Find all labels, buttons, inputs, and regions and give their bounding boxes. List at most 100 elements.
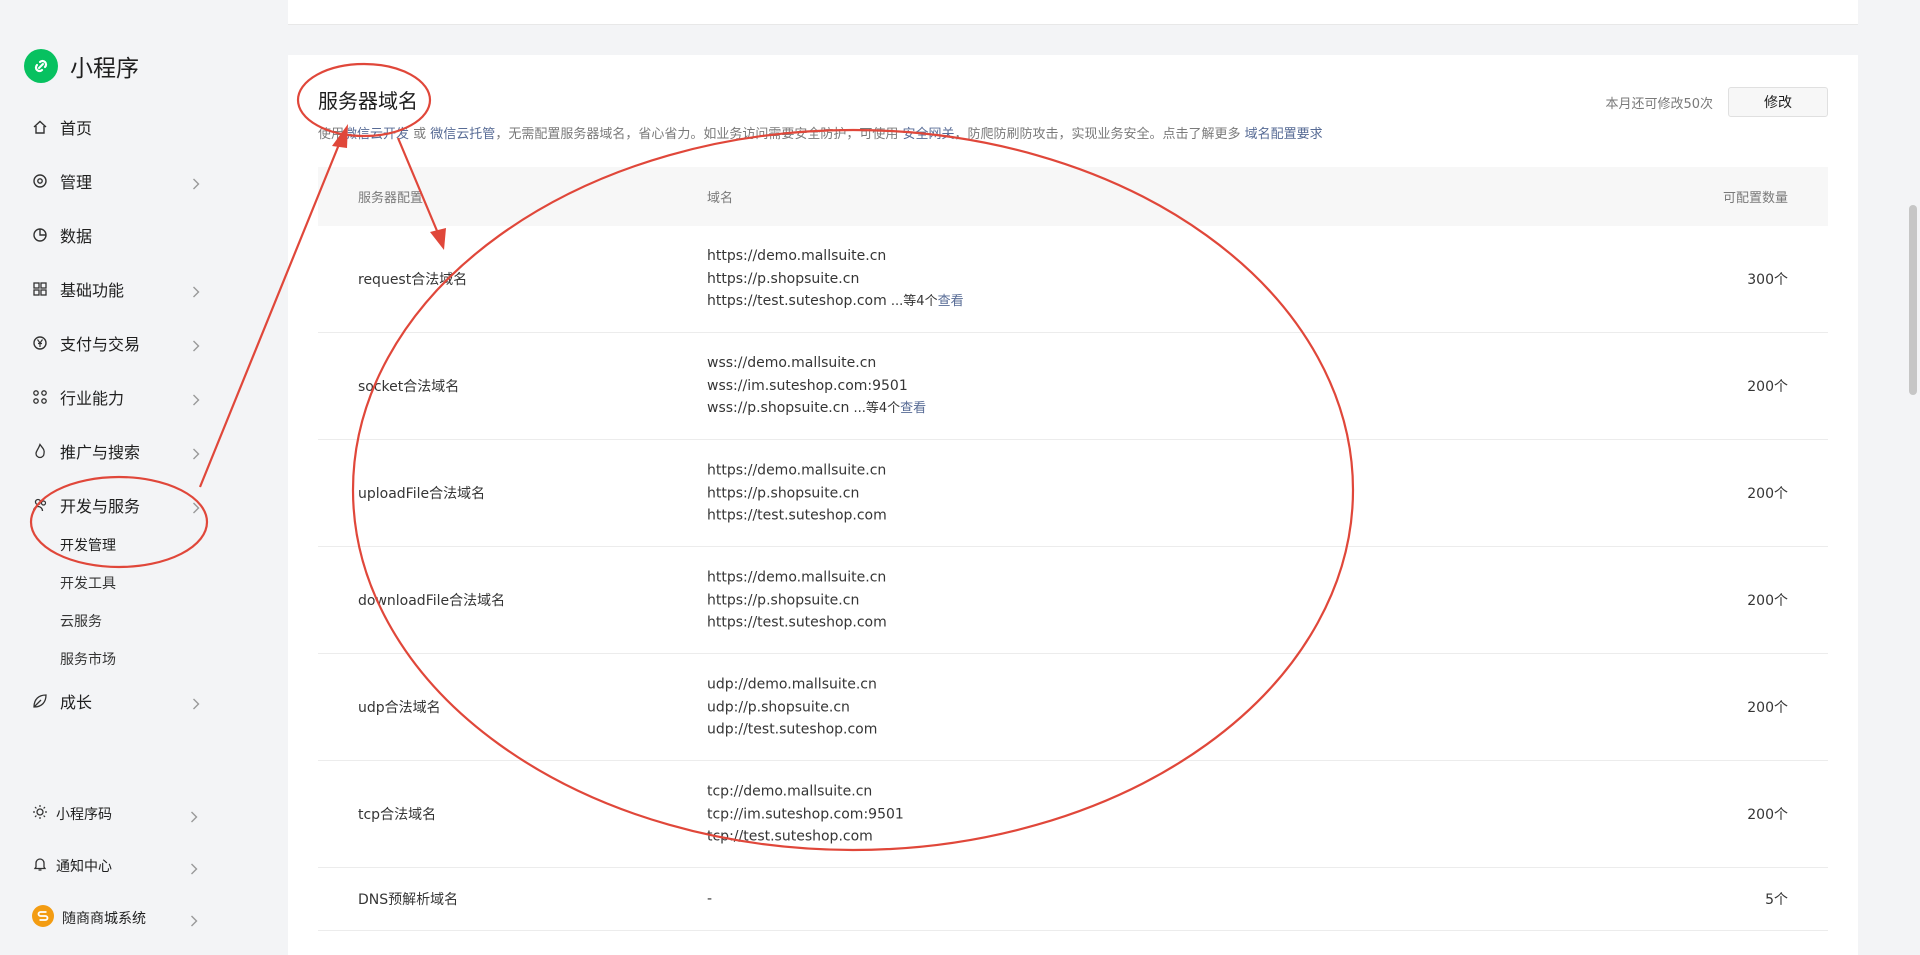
chevron-right-icon bbox=[190, 912, 198, 931]
table-header: 服务器配置 域名 可配置数量 bbox=[318, 167, 1828, 226]
sidebar-subitem-dev-tools[interactable]: 开发工具 bbox=[60, 573, 116, 593]
config-count: 200个 bbox=[1747, 807, 1788, 823]
domain-text: wss://demo.mallsuite.cn bbox=[707, 354, 877, 371]
sidebar-item-industry[interactable]: 行业能力 bbox=[32, 379, 200, 415]
domain-entry: https://p.shopsuite.cn bbox=[707, 589, 887, 612]
sidebar-item-label: 推广与搜索 bbox=[60, 443, 141, 462]
domain-entry: https://test.suteshop.com ...等4个查看 bbox=[707, 290, 964, 314]
server-domain-card: 服务器域名 使用微信云开发 或 微信云托管，无需配置服务器域名，省心省力。如业务… bbox=[288, 55, 1858, 955]
domain-list: https://demo.mallsuite.cn https://p.shops… bbox=[707, 459, 887, 527]
target-icon bbox=[32, 173, 54, 189]
view-all-link[interactable]: 查看 bbox=[900, 401, 926, 416]
config-name: uploadFile合法域名 bbox=[358, 486, 486, 502]
domain-text: wss://im.suteshop.com:9501 bbox=[707, 377, 908, 394]
view-all-link[interactable]: 查看 bbox=[938, 294, 964, 309]
config-name: request合法域名 bbox=[358, 272, 468, 288]
domain-text: tcp://im.suteshop.com:9501 bbox=[707, 805, 904, 822]
domain-entry: - bbox=[707, 888, 712, 911]
chevron-right-icon bbox=[190, 808, 198, 827]
cloud-dev-link[interactable]: 微信云开发 bbox=[344, 127, 409, 142]
sidebar-item-label: 基础功能 bbox=[60, 281, 125, 300]
sidebar-item-account[interactable]: 随商商城系统 bbox=[32, 904, 198, 932]
domain-text: https://p.shopsuite.cn bbox=[707, 270, 860, 287]
config-count: 200个 bbox=[1747, 486, 1788, 502]
sidebar-subitem-cloud-services[interactable]: 云服务 bbox=[60, 611, 102, 631]
sidebar-item-basic-functions[interactable]: 基础功能 bbox=[32, 271, 200, 307]
domain-text: https://demo.mallsuite.cn bbox=[707, 569, 887, 586]
sidebar-item-label: 支付与交易 bbox=[60, 335, 141, 354]
sidebar-item-home[interactable]: 首页 bbox=[32, 109, 200, 145]
table-row: socket合法域名 wss://demo.mallsuite.cn wss://i… bbox=[318, 333, 1828, 440]
domain-entry: https://demo.mallsuite.cn bbox=[707, 245, 964, 268]
sidebar-item-label: 随商商城系统 bbox=[62, 911, 146, 927]
domain-text: https://test.suteshop.com bbox=[707, 507, 887, 524]
scrollbar-thumb[interactable] bbox=[1909, 205, 1917, 395]
cloud-host-link[interactable]: 微信云托管 bbox=[430, 127, 495, 142]
sidebar-item-growth[interactable]: 成长 bbox=[32, 683, 200, 719]
chevron-right-icon bbox=[192, 337, 200, 356]
config-name: downloadFile合法域名 bbox=[358, 593, 506, 609]
home-icon bbox=[32, 119, 54, 135]
domain-table: 服务器配置 域名 可配置数量 request合法域名 https://demo.m… bbox=[318, 167, 1828, 931]
brand[interactable]: 小程序 bbox=[24, 49, 139, 83]
chevron-right-icon bbox=[192, 391, 200, 410]
sidebar-item-data[interactable]: 数据 bbox=[32, 217, 200, 253]
people-icon bbox=[32, 497, 54, 513]
scrollbar[interactable] bbox=[1906, 0, 1920, 953]
header-config: 服务器配置 bbox=[358, 191, 424, 206]
domain-text: udp://test.suteshop.com bbox=[707, 721, 878, 738]
domain-text: udp://p.shopsuite.cn bbox=[707, 698, 850, 715]
yen-icon bbox=[32, 335, 54, 351]
domain-text: wss://p.shopsuite.cn bbox=[707, 399, 850, 416]
sidebar-item-manage[interactable]: 管理 bbox=[32, 163, 200, 199]
domain-entry: udp://p.shopsuite.cn bbox=[707, 696, 877, 719]
domain-entry: https://p.shopsuite.cn bbox=[707, 267, 964, 290]
domain-entry: wss://im.suteshop.com:9501 bbox=[707, 374, 926, 397]
config-name: udp合法域名 bbox=[358, 700, 441, 716]
domain-entry: https://p.shopsuite.cn bbox=[707, 482, 887, 505]
sidebar-item-dev-services[interactable]: 开发与服务 bbox=[32, 487, 200, 523]
header-domain: 域名 bbox=[707, 191, 734, 206]
security-gateway-link[interactable]: 安全网关 bbox=[902, 127, 954, 142]
more-count: ...等4个 bbox=[886, 293, 938, 309]
config-count: 5个 bbox=[1765, 892, 1788, 908]
table-row: uploadFile合法域名 https://demo.mallsuite.cn h… bbox=[318, 440, 1828, 547]
chevron-right-icon bbox=[192, 695, 200, 714]
domain-list: - bbox=[707, 888, 712, 911]
link-icon bbox=[24, 49, 58, 83]
domain-text: https://p.shopsuite.cn bbox=[707, 484, 860, 501]
domain-text: https://test.suteshop.com bbox=[707, 292, 887, 309]
config-name: DNS预解析域名 bbox=[358, 892, 459, 908]
sidebar-item-payment[interactable]: 支付与交易 bbox=[32, 325, 200, 361]
sidebar-item-promotion[interactable]: 推广与搜索 bbox=[32, 433, 200, 469]
sidebar-item-notifications[interactable]: 通知中心 bbox=[32, 852, 198, 880]
config-count: 300个 bbox=[1747, 272, 1788, 288]
page-title: 服务器域名 bbox=[318, 89, 418, 113]
domain-entry: udp://test.suteshop.com bbox=[707, 718, 877, 741]
domain-entry: wss://demo.mallsuite.cn bbox=[707, 352, 926, 375]
shop-logo-icon bbox=[32, 905, 54, 931]
sidebar-item-label: 行业能力 bbox=[60, 389, 125, 408]
sidebar-subitem-dev-management[interactable]: 开发管理 bbox=[60, 535, 116, 555]
chevron-right-icon bbox=[190, 860, 198, 879]
chevron-right-icon bbox=[192, 283, 200, 302]
domain-entry: https://test.suteshop.com bbox=[707, 611, 887, 634]
modify-button[interactable]: 修改 bbox=[1728, 87, 1828, 117]
domain-entry: https://demo.mallsuite.cn bbox=[707, 566, 887, 589]
domain-text: tcp://demo.mallsuite.cn bbox=[707, 783, 873, 800]
domain-entry: wss://p.shopsuite.cn ...等4个查看 bbox=[707, 397, 926, 421]
domain-requirements-link[interactable]: 域名配置要求 bbox=[1245, 127, 1323, 142]
domain-entry: https://test.suteshop.com bbox=[707, 504, 887, 527]
sidebar-item-qrcode[interactable]: 小程序码 bbox=[32, 800, 198, 828]
sun-icon bbox=[32, 804, 48, 824]
domain-text: - bbox=[707, 890, 713, 907]
desc-text: ，无需配置服务器域名，省心省力。如业务访问需要安全防护，可使用 bbox=[495, 127, 903, 142]
sidebar-subitem-service-market[interactable]: 服务市场 bbox=[60, 649, 116, 669]
table-row: udp合法域名 udp://demo.mallsuite.cn udp://p.sh… bbox=[318, 654, 1828, 761]
domain-text: https://test.suteshop.com bbox=[707, 614, 887, 631]
brand-name: 小程序 bbox=[70, 56, 139, 82]
config-count: 200个 bbox=[1747, 593, 1788, 609]
domain-entry: tcp://im.suteshop.com:9501 bbox=[707, 803, 904, 826]
config-count: 200个 bbox=[1747, 379, 1788, 395]
domain-text: tcp://test.suteshop.com bbox=[707, 828, 873, 845]
